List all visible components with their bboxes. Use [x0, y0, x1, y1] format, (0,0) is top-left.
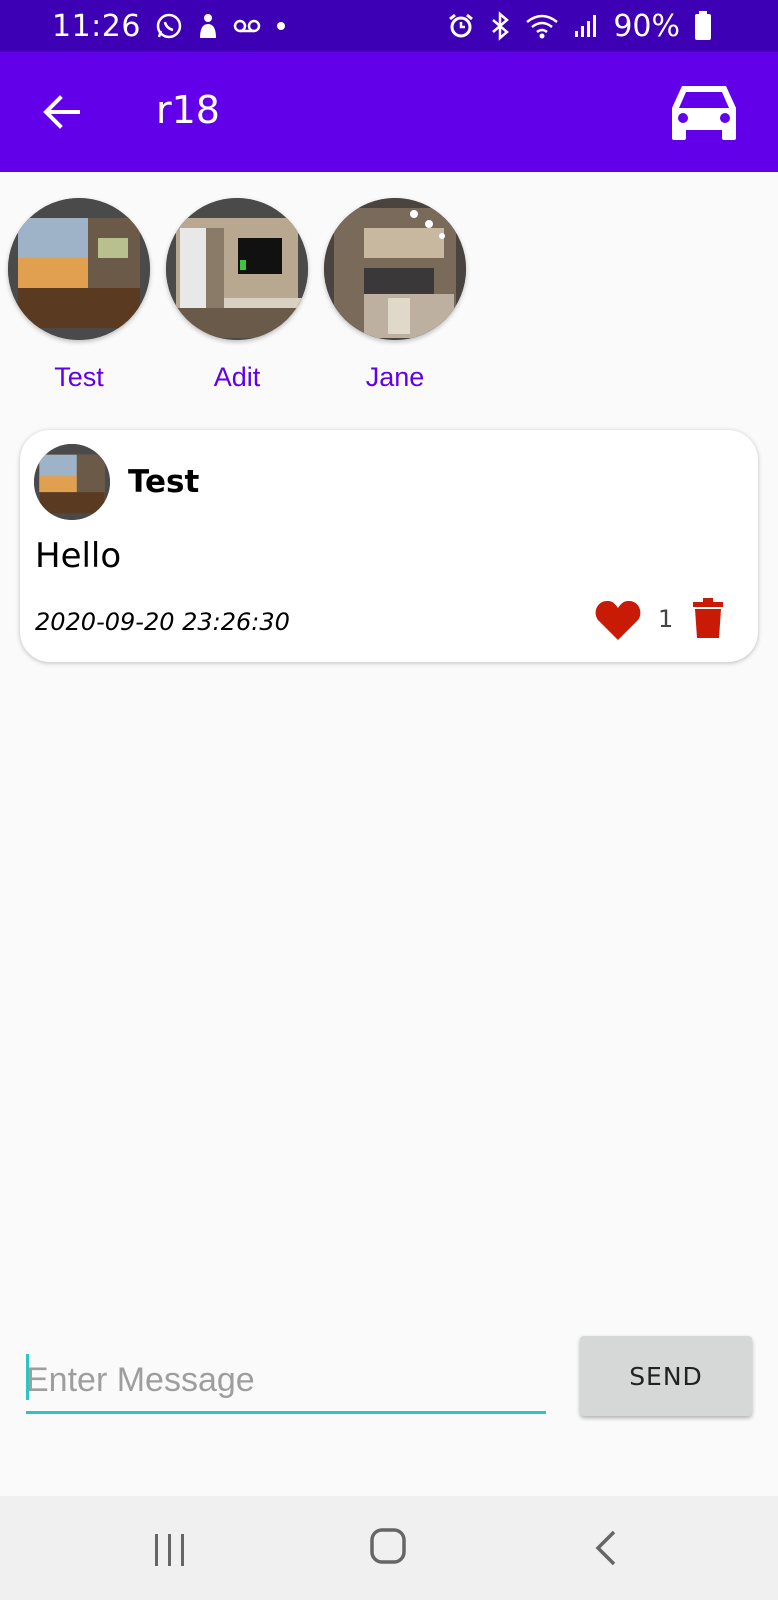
- car-icon: [672, 86, 736, 140]
- status-time: 11:26: [52, 8, 141, 44]
- back-button[interactable]: [36, 86, 88, 138]
- arrow-back-icon: [43, 95, 80, 129]
- trash-icon: [693, 598, 723, 638]
- signal-icon: [573, 13, 599, 39]
- status-bar: 11:26 90%: [0, 0, 778, 52]
- bluetooth-icon: [489, 11, 511, 41]
- page-title: r18: [156, 88, 220, 132]
- member-item[interactable]: Jane: [324, 198, 466, 393]
- avatar: [324, 198, 466, 340]
- heart-icon: [595, 600, 641, 640]
- member-name: Test: [54, 362, 104, 392]
- app-bar: r18: [0, 52, 778, 172]
- person-icon: [197, 12, 219, 40]
- delete-button[interactable]: [692, 598, 726, 642]
- text-caret: [26, 1354, 29, 1400]
- member-name: Adit: [213, 362, 261, 392]
- message-author: Test: [128, 464, 200, 500]
- avatar: [8, 198, 150, 340]
- chevron-left-icon: [595, 1530, 616, 1566]
- alarm-icon: [447, 12, 475, 40]
- wifi-icon: [525, 12, 559, 40]
- like-count: 1: [658, 605, 674, 633]
- member-item[interactable]: Test: [8, 198, 150, 393]
- like-button[interactable]: [594, 598, 642, 642]
- battery-percent: 90%: [613, 8, 680, 44]
- home-icon: [370, 1528, 406, 1564]
- recents-button[interactable]: [148, 1530, 192, 1570]
- message-text: Hello: [35, 536, 122, 576]
- message-card: Test Hello 2020-09-20 23:26:30 1: [20, 430, 758, 662]
- status-left: 11:26: [52, 9, 287, 44]
- voicemail-icon: [233, 17, 261, 35]
- nav-back-button[interactable]: [590, 1526, 620, 1570]
- members-row: Test Adit Jane: [8, 198, 466, 393]
- car-button[interactable]: [666, 78, 742, 144]
- home-button[interactable]: [368, 1526, 408, 1566]
- whatsapp-icon: [155, 12, 183, 40]
- send-button[interactable]: SEND: [580, 1336, 752, 1416]
- status-right: 90%: [447, 9, 712, 44]
- avatar: [34, 444, 110, 520]
- battery-icon: [694, 11, 712, 41]
- member-name: Jane: [365, 362, 425, 392]
- message-input[interactable]: [26, 1350, 546, 1414]
- dot-icon: [275, 20, 287, 32]
- recents-icon: [155, 1534, 184, 1566]
- member-item[interactable]: Adit: [166, 198, 308, 393]
- navigation-bar: [0, 1496, 778, 1600]
- message-timestamp: 2020-09-20 23:26:30: [35, 608, 290, 636]
- avatar: [166, 198, 308, 340]
